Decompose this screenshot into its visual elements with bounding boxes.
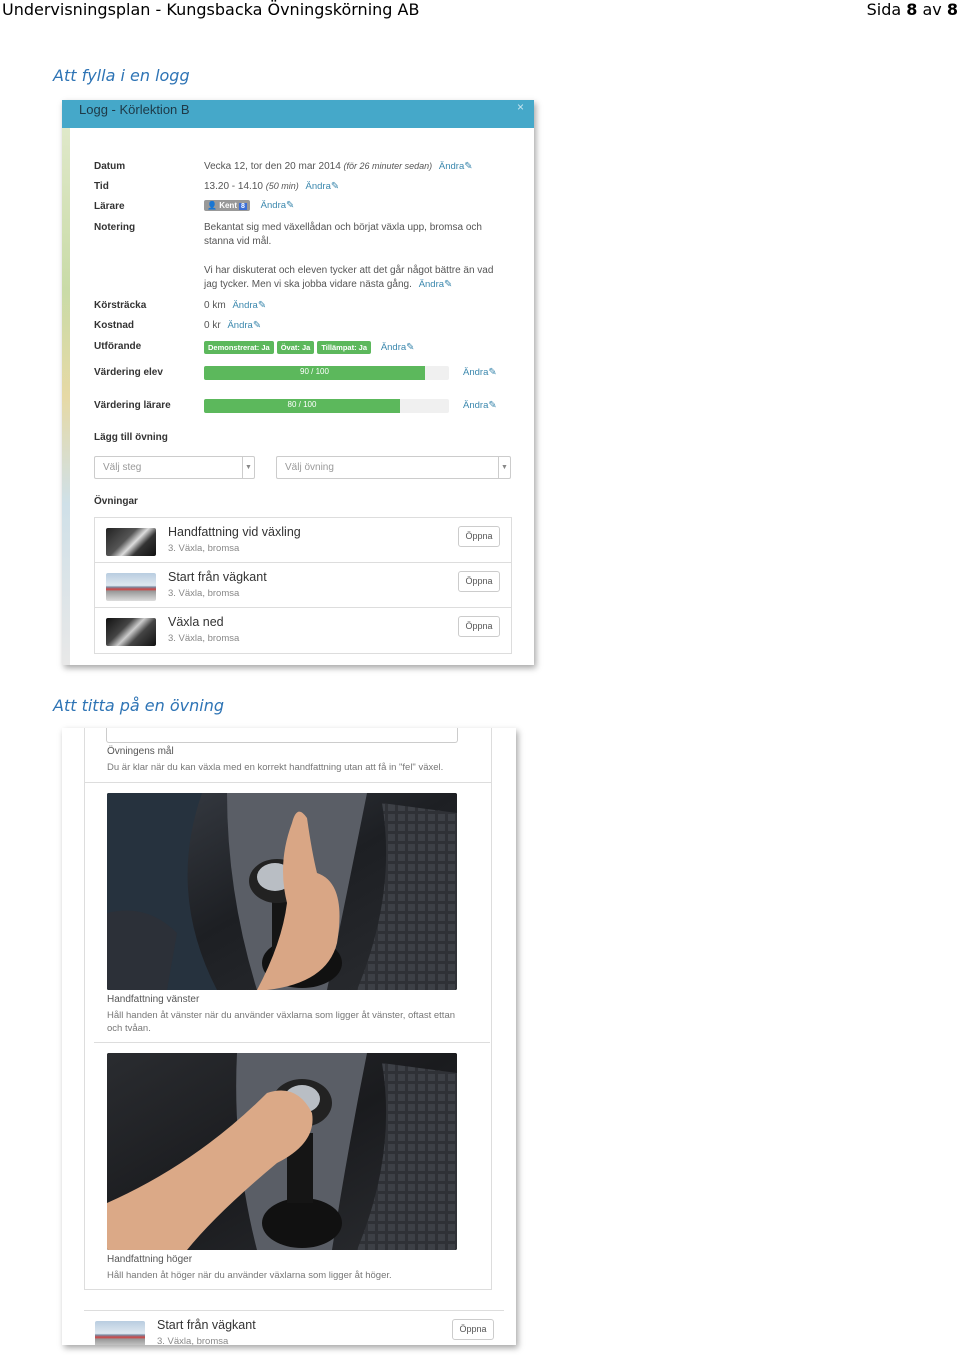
open-button[interactable]: Öppna	[458, 616, 500, 637]
progress-fill: 90 / 100	[204, 366, 425, 380]
vardering-elev-bar[interactable]: 90 / 100	[204, 366, 449, 380]
exercise-title: Start från vägkant	[168, 570, 267, 584]
gear-shift-left-image	[107, 793, 457, 990]
korstracka-value: 0 km Ändra✎	[204, 300, 267, 311]
exercises-label: Övningar	[94, 496, 138, 507]
tag-tillampat: Tillämpat: Ja	[317, 341, 372, 354]
user-icon: 👤	[207, 201, 217, 210]
photo-text: Håll handen åt vänster när du använder v…	[107, 1010, 456, 1034]
tid-label: Tid	[94, 181, 109, 192]
kostnad-value: 0 kr Ändra✎	[204, 320, 262, 331]
edit-link[interactable]: Ändra	[261, 200, 286, 211]
edit-link[interactable]: Ändra	[463, 400, 488, 411]
teacher-badge: 👤 Kent 8	[204, 200, 250, 211]
pencil-icon[interactable]: ✎	[258, 300, 266, 311]
goal-text: Du är klar när du kan växla med en korre…	[107, 762, 444, 773]
exercise-title: Handfattning vid växling	[168, 525, 301, 539]
datum-value: Vecka 12, tor den 20 mar 2014 (för 26 mi…	[204, 161, 473, 172]
list-item: Start från vägkant 3. Växla, bromsa Öppn…	[84, 1310, 504, 1345]
vardering-larare-label: Värdering lärare	[94, 400, 171, 411]
exercise-list: Handfattning vid växling 3. Växla, broms…	[94, 517, 512, 654]
edit-link[interactable]: Ändra	[227, 320, 252, 331]
exercise-thumbnail	[106, 618, 156, 646]
pencil-icon[interactable]: ✎	[331, 181, 339, 192]
exercise-subtitle: 3. Växla, bromsa	[157, 1336, 229, 1345]
edit-link[interactable]: Ändra	[439, 161, 464, 172]
exercise-title: Växla ned	[168, 615, 224, 629]
photo-right-hand	[107, 1053, 457, 1250]
photo-title: Handfattning vänster	[107, 994, 200, 1005]
tid-value: 13.20 - 14.10 (50 min) Ändra✎	[204, 181, 340, 192]
notering-text-1: Bekantat sig med växellådan och börjat v…	[204, 222, 482, 247]
open-button[interactable]: Öppna	[452, 1319, 494, 1340]
kostnad-label: Kostnad	[94, 320, 134, 331]
open-button[interactable]: Öppna	[458, 526, 500, 547]
pencil-icon[interactable]: ✎	[286, 200, 294, 211]
pencil-icon[interactable]: ✎	[444, 279, 452, 290]
tag-demonstrerat: Demonstrerat: Ja	[204, 341, 274, 354]
tag-ovat: Övat: Ja	[276, 341, 315, 354]
gear-shift-right-image	[107, 1053, 457, 1250]
pencil-icon[interactable]: ✎	[488, 367, 496, 378]
divider	[84, 782, 492, 783]
edit-link[interactable]: Ändra	[306, 181, 331, 192]
edit-link[interactable]: Ändra	[232, 300, 257, 311]
document-title: Undervisningsplan - Kungsbacka Övningskö…	[2, 0, 420, 19]
exercise-select[interactable]: Välj övning ▼	[276, 456, 511, 479]
list-item: Handfattning vid växling 3. Växla, broms…	[95, 518, 511, 563]
vardering-larare-edit: Ändra✎	[459, 400, 497, 411]
list-item: Start från vägkant 3. Växla, bromsa Öppn…	[95, 563, 511, 608]
document-header: Undervisningsplan - Kungsbacka Övningskö…	[0, 0, 960, 22]
pencil-icon[interactable]: ✎	[406, 342, 414, 353]
goal-label: Övningens mål	[107, 746, 174, 757]
page-number: Sida 8 av 8	[866, 0, 958, 19]
exercise-thumbnail	[106, 573, 156, 601]
pencil-icon[interactable]: ✎	[253, 320, 261, 331]
step-select[interactable]: Välj steg ▼	[94, 456, 255, 479]
photo-title: Handfattning höger	[107, 1254, 193, 1265]
korstracka-label: Körsträcka	[94, 300, 147, 311]
exercise-subtitle: 3. Växla, bromsa	[168, 543, 240, 554]
vardering-elev-edit: Ändra✎	[459, 367, 497, 378]
modal-header: Logg - Körlektion B ×	[62, 100, 534, 128]
open-button[interactable]: Öppna	[458, 571, 500, 592]
chevron-down-icon: ▼	[242, 457, 254, 478]
add-exercise-label: Lägg till övning	[94, 432, 168, 443]
modal-title: Logg - Körlektion B	[79, 102, 190, 117]
progress-text: 90 / 100	[300, 367, 329, 376]
vardering-elev-label: Värdering elev	[94, 367, 163, 378]
photo-text: Håll handen åt höger när du använder väx…	[107, 1270, 392, 1281]
pencil-icon[interactable]: ✎	[488, 400, 496, 411]
edit-link[interactable]: Ändra	[463, 367, 488, 378]
edit-link[interactable]: Ändra	[419, 279, 444, 290]
pencil-icon[interactable]: ✎	[464, 161, 472, 172]
progress-fill: 80 / 100	[204, 399, 400, 413]
close-icon[interactable]: ×	[517, 100, 524, 114]
utforande-value: Demonstrerat: Ja Övat: Ja Tillämpat: Ja Än…	[204, 341, 415, 354]
progress-text: 80 / 100	[287, 400, 317, 409]
exercise-subtitle: 3. Växla, bromsa	[168, 633, 240, 644]
exercise-thumbnail	[106, 528, 156, 556]
vardering-larare-bar[interactable]: 80 / 100	[204, 399, 449, 413]
notering-label: Notering	[94, 222, 136, 233]
list-item: Växla ned 3. Växla, bromsa Öppna	[95, 608, 511, 653]
photo-left-hand	[107, 793, 457, 990]
exercise-subtitle: 3. Växla, bromsa	[168, 588, 240, 599]
divider	[94, 1042, 490, 1043]
larare-label: Lärare	[94, 201, 125, 212]
exercise-thumbnail	[95, 1321, 145, 1345]
exercise-title: Start från vägkant	[157, 1318, 256, 1332]
exercise-view-screenshot: Övningens mål Du är klar när du kan växl…	[62, 728, 516, 1345]
utforande-label: Utförande	[94, 341, 142, 352]
background-strip	[62, 128, 70, 665]
edit-link[interactable]: Ändra	[381, 342, 406, 353]
text-field[interactable]	[106, 728, 458, 743]
datum-label: Datum	[94, 161, 126, 172]
section-heading-exercise: Att titta på en övning	[53, 696, 224, 715]
notering-text-2: Vi har diskuterat och eleven tycker att …	[204, 265, 494, 290]
chevron-down-icon: ▼	[498, 457, 510, 478]
section-heading-log: Att fylla i en logg	[53, 66, 190, 85]
larare-value: 👤 Kent 8 Ändra✎	[204, 200, 294, 211]
log-modal-screenshot: Logg - Körlektion B × Datum Vecka 12, to…	[62, 100, 534, 665]
